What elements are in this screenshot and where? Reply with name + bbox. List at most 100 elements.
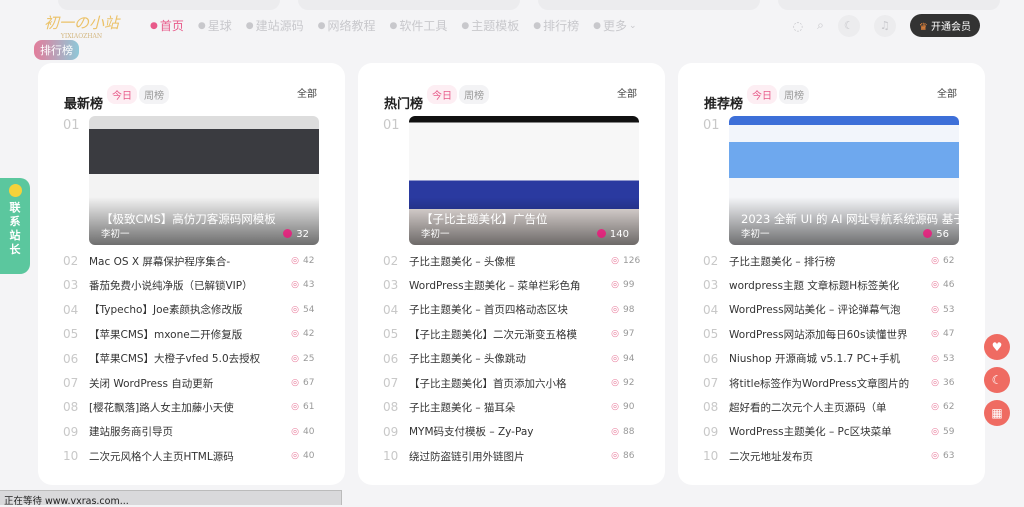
list-item[interactable]: 10 二次元地址发布页 ◎ 63 [703, 446, 963, 466]
top-item-card[interactable]: 【极致CMS】高仿刀客源码网模板 李初一 32 [89, 116, 319, 245]
views-icon: ◎ [611, 378, 619, 388]
item-title[interactable]: 子比主题美化 – 首页四格动态区块 [409, 302, 611, 317]
list-item[interactable]: 02 Mac OS X 屏幕保护程序集合- ◎ 42 [63, 251, 323, 271]
theme-toggle-button[interactable]: ☾ [984, 367, 1010, 393]
item-title[interactable]: 子比主题美化 – 头像框 [409, 254, 611, 269]
views-icon: ◎ [931, 256, 939, 266]
view-all-link[interactable]: 全部 [937, 85, 957, 100]
nav-item[interactable]: ● 网络教程 [318, 17, 376, 34]
tab-today[interactable]: 今日 [107, 85, 137, 104]
tab-week[interactable]: 周榜 [139, 85, 169, 104]
item-title[interactable]: 子比主题美化 – 猫耳朵 [409, 400, 611, 415]
item-title[interactable]: 关闭 WordPress 自动更新 [89, 376, 291, 391]
top-item-card[interactable]: 2023 全新 UI 的 AI 网址导航系统源码 基于 李初一 56 [729, 116, 959, 245]
bell-icon[interactable]: ♫ [873, 14, 896, 37]
site-logo[interactable]: 初一の小站 YIXIAOZHAN [44, 12, 119, 40]
list-item[interactable]: 05 【子比主题美化】二次元渐变五格模 ◎ 97 [383, 324, 643, 344]
tab-week[interactable]: 周榜 [459, 85, 489, 104]
item-title[interactable]: 【苹果CMS】mxone二开修复版 [89, 327, 291, 342]
list-item[interactable]: 04 子比主题美化 – 首页四格动态区块 ◎ 98 [383, 300, 643, 320]
view-all-link[interactable]: 全部 [617, 85, 637, 100]
list-item[interactable]: 10 绕过防盗链引用外链图片 ◎ 86 [383, 446, 643, 466]
nav-item[interactable]: ● 首页 [150, 17, 184, 34]
item-title[interactable]: WordPress网站添加每日60s读懂世界 [729, 327, 931, 342]
tab-today[interactable]: 今日 [747, 85, 777, 104]
nav-item[interactable]: ● 排行榜 [533, 17, 579, 34]
contact-admin-button[interactable]: 联系站长 [0, 178, 30, 274]
list-item[interactable]: 10 二次元风格个人主页HTML源码 ◎ 40 [63, 446, 323, 466]
item-title[interactable]: 绕过防盗链引用外链图片 [409, 449, 611, 464]
nav-item[interactable]: ● 建站源码 [246, 17, 304, 34]
list-item[interactable]: 06 子比主题美化 – 头像跳动 ◎ 94 [383, 349, 643, 369]
item-title[interactable]: 子比主题美化 – 头像跳动 [409, 351, 611, 366]
list-item[interactable]: 03 WordPress主题美化 – 菜单栏彩色角 ◎ 99 [383, 275, 643, 295]
item-title[interactable]: 建站服务商引导页 [89, 424, 291, 439]
list-item[interactable]: 06 【苹果CMS】大橙子vfed 5.0去授权 ◎ 25 [63, 349, 323, 369]
item-title[interactable]: WordPress网站美化 – 评论弹幕气泡 [729, 302, 931, 317]
list-item[interactable]: 08 [樱花飘落]路人女主加藤小天使 ◎ 61 [63, 397, 323, 417]
item-title[interactable]: Niushop 开源商城 v5.1.7 PC+手机 [729, 351, 931, 366]
view-count: 56 [923, 229, 949, 240]
view-all-link[interactable]: 全部 [297, 85, 317, 100]
item-title[interactable]: 将title标签作为WordPress文章图片的 [729, 376, 931, 391]
item-title[interactable]: 番茄免费小说纯净版（已解锁VIP） [89, 278, 291, 293]
list-item[interactable]: 05 WordPress网站添加每日60s读懂世界 ◎ 47 [703, 324, 963, 344]
item-title[interactable]: WordPress主题美化 – Pc区块菜单 [729, 424, 931, 439]
rank-number: 02 [63, 254, 79, 268]
view-count: 43 [303, 280, 315, 291]
tab-week[interactable]: 周榜 [779, 85, 809, 104]
list-item[interactable]: 05 【苹果CMS】mxone二开修复版 ◎ 42 [63, 324, 323, 344]
item-title[interactable]: [樱花飘落]路人女主加藤小天使 [89, 400, 291, 415]
list-item[interactable]: 08 子比主题美化 – 猫耳朵 ◎ 90 [383, 397, 643, 417]
list-item[interactable]: 08 超好看的二次元个人主页源码（单 ◎ 62 [703, 397, 963, 417]
nav-item[interactable]: ● 主题模板 [461, 17, 519, 34]
qrcode-button[interactable]: ▦ [984, 400, 1010, 426]
nav-item[interactable]: ● 星球 [198, 17, 232, 34]
crown-icon: ♛ [918, 22, 928, 33]
list-item[interactable]: 07 将title标签作为WordPress文章图片的 ◎ 36 [703, 373, 963, 393]
vip-button[interactable]: ♛ 开通会员 [909, 14, 980, 37]
view-count: 62 [943, 402, 955, 413]
list-item[interactable]: 02 子比主题美化 – 排行榜 ◎ 62 [703, 251, 963, 271]
rank-number: 07 [63, 376, 79, 390]
item-title[interactable]: 【子比主题美化】首页添加六小格 [409, 376, 611, 391]
item-title[interactable]: 子比主题美化 – 排行榜 [729, 254, 931, 269]
rank-number: 02 [383, 254, 399, 268]
list-item[interactable]: 09 建站服务商引导页 ◎ 40 [63, 422, 323, 442]
list-item[interactable]: 07 关闭 WordPress 自动更新 ◎ 67 [63, 373, 323, 393]
top-item-card[interactable]: 【子比主题美化】广告位 李初一 140 [409, 116, 639, 245]
list-item[interactable]: 04 【Typecho】Joe素颜执念修改版 ◎ 54 [63, 300, 323, 320]
item-title[interactable]: MYM码支付模板 – Zy-Pay [409, 424, 611, 439]
dark-mode-icon[interactable]: ☾ [837, 14, 860, 37]
list-item[interactable]: 09 WordPress主题美化 – Pc区块菜单 ◎ 59 [703, 422, 963, 442]
tab-today[interactable]: 今日 [427, 85, 457, 104]
list-item[interactable]: 04 WordPress网站美化 – 评论弹幕气泡 ◎ 53 [703, 300, 963, 320]
item-title[interactable]: WordPress主题美化 – 菜单栏彩色角 [409, 278, 611, 293]
item-title[interactable]: 【Typecho】Joe素颜执念修改版 [89, 302, 291, 317]
like-button[interactable]: ♥ [984, 334, 1010, 360]
nav-item[interactable]: ● 软件工具 [390, 17, 448, 34]
views-icon: ◎ [931, 353, 939, 364]
item-title[interactable]: 二次元地址发布页 [729, 449, 931, 464]
item-title[interactable]: 【子比主题美化】二次元渐变五格模 [409, 327, 611, 342]
item-title[interactable]: wordpress主题 文章标题H标签美化 [729, 278, 931, 293]
item-title[interactable]: 【苹果CMS】大橙子vfed 5.0去授权 [89, 351, 291, 366]
view-count: 40 [303, 426, 315, 437]
list-item[interactable]: 06 Niushop 开源商城 v5.1.7 PC+手机 ◎ 53 [703, 349, 963, 369]
top-item-title: 【子比主题美化】广告位 [421, 212, 548, 226]
item-title[interactable]: 二次元风格个人主页HTML源码 [89, 449, 291, 464]
rank-number: 06 [383, 351, 399, 366]
list-item[interactable]: 09 MYM码支付模板 – Zy-Pay ◎ 88 [383, 422, 643, 442]
list-item[interactable]: 07 【子比主题美化】首页添加六小格 ◎ 92 [383, 373, 643, 393]
item-title[interactable]: 超好看的二次元个人主页源码（单 [729, 400, 931, 415]
item-title[interactable]: Mac OS X 屏幕保护程序集合- [89, 254, 291, 269]
search-icon[interactable]: ⌕ [817, 18, 824, 33]
list-item[interactable]: 02 子比主题美化 – 头像框 ◎ 126 [383, 251, 643, 271]
top-item-title: 【极致CMS】高仿刀客源码网模板 [101, 212, 276, 226]
idea-icon[interactable]: ◌ [793, 19, 803, 33]
nav-label: 主题模板 [471, 19, 520, 33]
list-item[interactable]: 03 番茄免费小说纯净版（已解锁VIP） ◎ 43 [63, 275, 323, 295]
view-count-value: 140 [609, 229, 629, 240]
list-item[interactable]: 03 wordpress主题 文章标题H标签美化 ◎ 46 [703, 275, 963, 295]
nav-item[interactable]: ● 更多 ⌄ [593, 17, 636, 34]
